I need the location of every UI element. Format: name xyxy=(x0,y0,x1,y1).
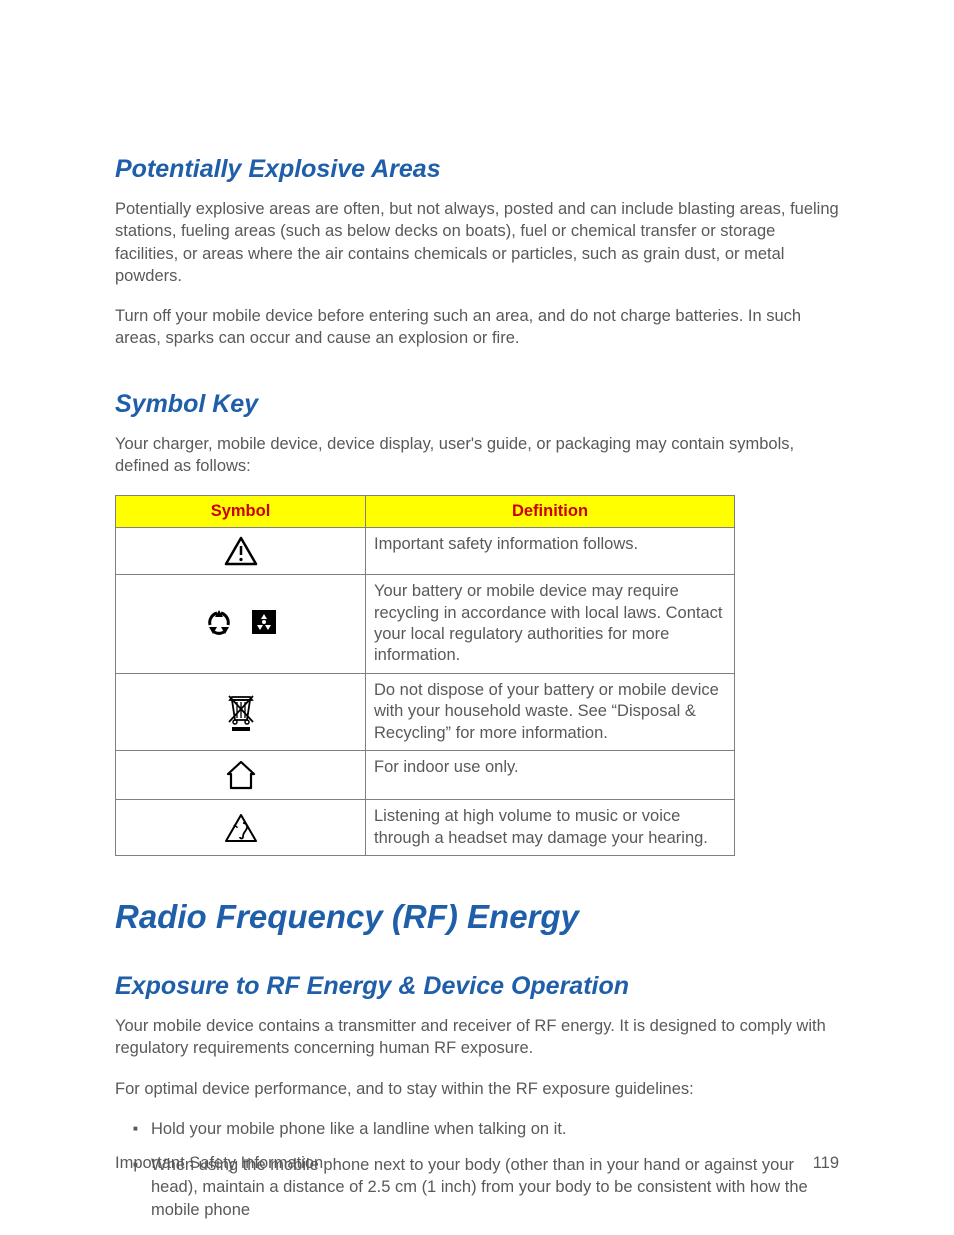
house-icon xyxy=(224,759,258,791)
th-symbol: Symbol xyxy=(116,496,366,528)
definition-cell: Important safety information follows. xyxy=(366,528,735,575)
th-definition: Definition xyxy=(366,496,735,528)
table-row: Do not dispose of your battery or mobile… xyxy=(116,673,735,750)
list-item: Hold your mobile phone like a landline w… xyxy=(137,1118,839,1140)
symbol-cell-hearing xyxy=(116,800,366,856)
crossed-bin-icon xyxy=(224,692,258,732)
symbol-cell-bin xyxy=(116,673,366,750)
table-row: Important safety information follows. xyxy=(116,528,735,575)
page-number: 119 xyxy=(813,1154,839,1173)
hearing-icon xyxy=(224,813,258,843)
recycle-arrows-icon xyxy=(204,607,234,637)
heading-exposure: Exposure to RF Energy & Device Operation xyxy=(115,972,839,1001)
page-content: Potentially Explosive Areas Potentially … xyxy=(0,0,954,1235)
warning-triangle-icon xyxy=(224,536,258,566)
heading-symbol-key: Symbol Key xyxy=(115,390,839,419)
symbol-table: Symbol Definition Important safety infor… xyxy=(115,495,735,856)
recycle-box-icon xyxy=(250,608,278,636)
page-footer: Important Safety Information 119 xyxy=(115,1154,839,1173)
table-row: Listening at high volume to music or voi… xyxy=(116,800,735,856)
table-header-row: Symbol Definition xyxy=(116,496,735,528)
definition-cell: Your battery or mobile device may requir… xyxy=(366,575,735,674)
footer-title: Important Safety Information xyxy=(115,1154,323,1173)
table-row: Your battery or mobile device may requir… xyxy=(116,575,735,674)
definition-cell: For indoor use only. xyxy=(366,751,735,800)
para-explosive-1: Potentially explosive areas are often, b… xyxy=(115,198,839,287)
heading-explosive-areas: Potentially Explosive Areas xyxy=(115,155,839,184)
para-explosive-2: Turn off your mobile device before enter… xyxy=(115,305,839,350)
symbol-cell-warning xyxy=(116,528,366,575)
heading-rf-energy: Radio Frequency (RF) Energy xyxy=(115,898,839,936)
para-exposure-1: Your mobile device contains a transmitte… xyxy=(115,1015,839,1060)
definition-cell: Listening at high volume to music or voi… xyxy=(366,800,735,856)
table-row: For indoor use only. xyxy=(116,751,735,800)
para-exposure-2: For optimal device performance, and to s… xyxy=(115,1078,839,1100)
definition-cell: Do not dispose of your battery or mobile… xyxy=(366,673,735,750)
symbol-cell-recycle xyxy=(116,575,366,674)
symbol-cell-house xyxy=(116,751,366,800)
para-symbol-intro: Your charger, mobile device, device disp… xyxy=(115,433,839,478)
